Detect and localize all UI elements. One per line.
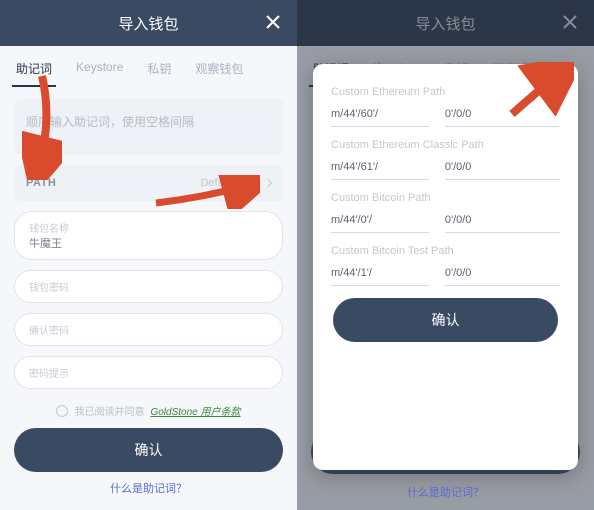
group-label-btc: Custom Bitcoin Path	[331, 192, 560, 204]
tab-mnemonic[interactable]: 助记词	[14, 54, 54, 87]
path-suffix-input[interactable]: 0'/0/0	[445, 104, 560, 127]
chevron-right-icon	[264, 179, 272, 187]
path-prefix-input[interactable]: m/44'/60'/	[331, 104, 429, 127]
agree-prefix: 我已阅读并同意	[74, 403, 144, 418]
content: 顺序输入助记词，使用空格间隔 PATH Default Path 钱包名称 牛魔…	[0, 87, 297, 418]
path-value-text: Default Path	[200, 177, 261, 189]
screen-left: 导入钱包 助记词 Keystore 私钥 观察钱包 顺序输入助记词，使用空格间隔…	[0, 0, 297, 510]
tabs: 助记词 Keystore 私钥 观察钱包	[0, 46, 297, 87]
path-suffix-input[interactable]: 0'/0/0	[445, 210, 560, 233]
what-is-mnemonic-link: 什么是助记词？	[297, 484, 594, 500]
confirm-password-field[interactable]: 确认密码	[14, 313, 283, 346]
group-label-etc: Custom Ethereum Classic Path	[331, 139, 560, 151]
terms-link[interactable]: GoldStone 用户条款	[150, 403, 240, 418]
path-prefix-input[interactable]: m/44'/0'/	[331, 210, 429, 233]
path-value: Default Path	[200, 177, 271, 189]
group-label-eth: Custom Ethereum Path	[331, 86, 560, 98]
what-is-mnemonic-link[interactable]: 什么是助记词？	[0, 480, 297, 496]
header-title: 导入钱包	[118, 13, 178, 34]
password-hint-field[interactable]: 密码提示	[14, 356, 283, 389]
modal-confirm-button[interactable]: 确认	[333, 298, 558, 342]
path-pair-btc-test: m/44'/1'/ 0'/0/0	[331, 263, 560, 286]
wallet-password-field[interactable]: 钱包密码	[14, 270, 283, 303]
path-row[interactable]: PATH Default Path	[14, 165, 283, 201]
path-prefix-input[interactable]: m/44'/61'/	[331, 157, 429, 180]
wallet-password-label: 钱包密码	[29, 279, 268, 294]
agree-row[interactable]: 我已阅读并同意 GoldStone 用户条款	[14, 403, 283, 418]
header: 导入钱包	[0, 0, 297, 46]
wallet-name-value: 牛魔王	[29, 235, 268, 251]
password-hint-label: 密码提示	[29, 365, 268, 380]
path-suffix-input[interactable]: 0'/0/0	[445, 157, 560, 180]
wallet-name-label: 钱包名称	[29, 220, 268, 235]
path-pair-etc: m/44'/61'/ 0'/0/0	[331, 157, 560, 180]
path-suffix-input[interactable]: 0'/0/0	[445, 263, 560, 286]
group-label-btc-test: Custom Bitcoin Test Path	[331, 245, 560, 257]
path-pair-btc: m/44'/0'/ 0'/0/0	[331, 210, 560, 233]
path-pair-eth: m/44'/60'/ 0'/0/0	[331, 104, 560, 127]
screen-right: 导入钱包 助记词 Keystore 私钥 观察钱包 确认 什么是助记词？ Cus…	[297, 0, 594, 510]
wallet-name-field[interactable]: 钱包名称 牛魔王	[14, 211, 283, 260]
path-prefix-input[interactable]: m/44'/1'/	[331, 263, 429, 286]
tab-keystore[interactable]: Keystore	[74, 54, 125, 87]
radio-icon[interactable]	[56, 405, 68, 417]
path-label: PATH	[26, 177, 56, 189]
confirm-button[interactable]: 确认	[14, 428, 283, 472]
confirm-password-label: 确认密码	[29, 322, 268, 337]
close-icon[interactable]	[265, 14, 281, 34]
tab-privatekey[interactable]: 私钥	[145, 54, 173, 87]
tab-watch[interactable]: 观察钱包	[193, 54, 245, 87]
path-modal: Custom Ethereum Path m/44'/60'/ 0'/0/0 C…	[313, 64, 578, 470]
mnemonic-input[interactable]: 顺序输入助记词，使用空格间隔	[14, 99, 283, 155]
